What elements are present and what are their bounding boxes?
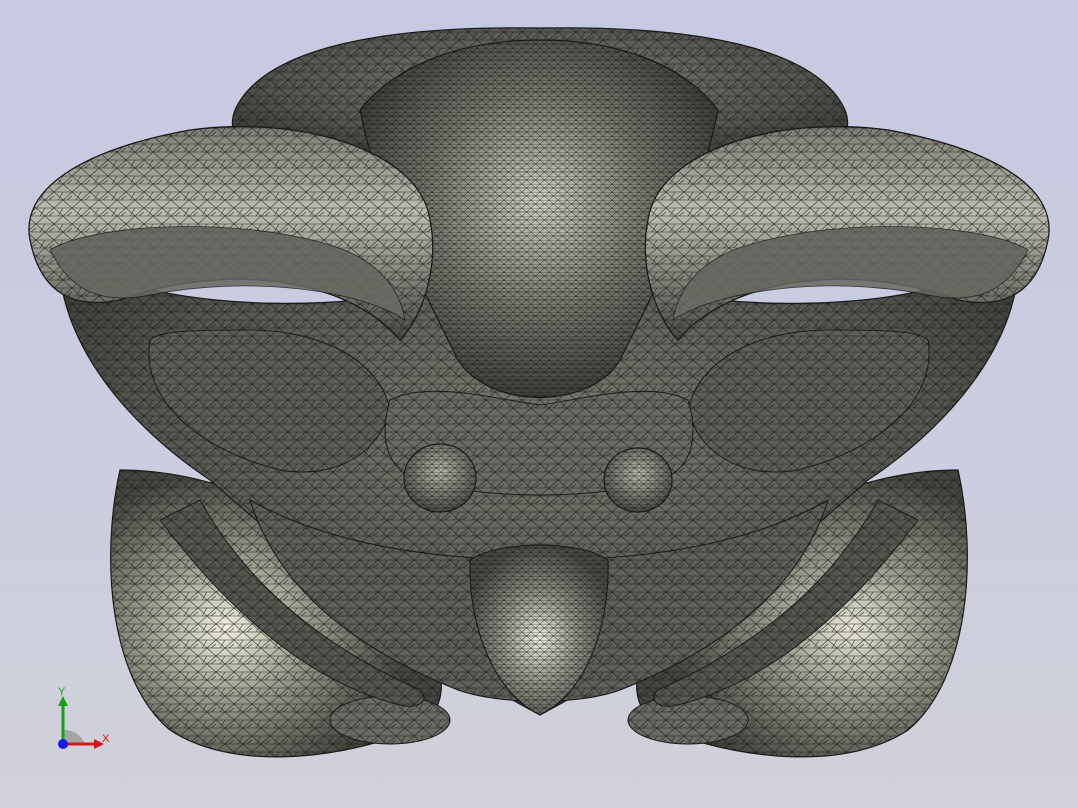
- 3d-viewport[interactable]: Y X: [0, 0, 1078, 808]
- right-eye-bump: [603, 447, 673, 513]
- left-foot: [329, 695, 451, 745]
- right-foot: [627, 695, 749, 745]
- axis-triad: Y X: [48, 686, 118, 756]
- z-axis-dot: [58, 739, 68, 749]
- mesh-model[interactable]: [0, 0, 1078, 808]
- left-eye-bump: [403, 443, 477, 513]
- x-axis-label: X: [102, 733, 110, 745]
- y-axis-label: Y: [58, 686, 66, 698]
